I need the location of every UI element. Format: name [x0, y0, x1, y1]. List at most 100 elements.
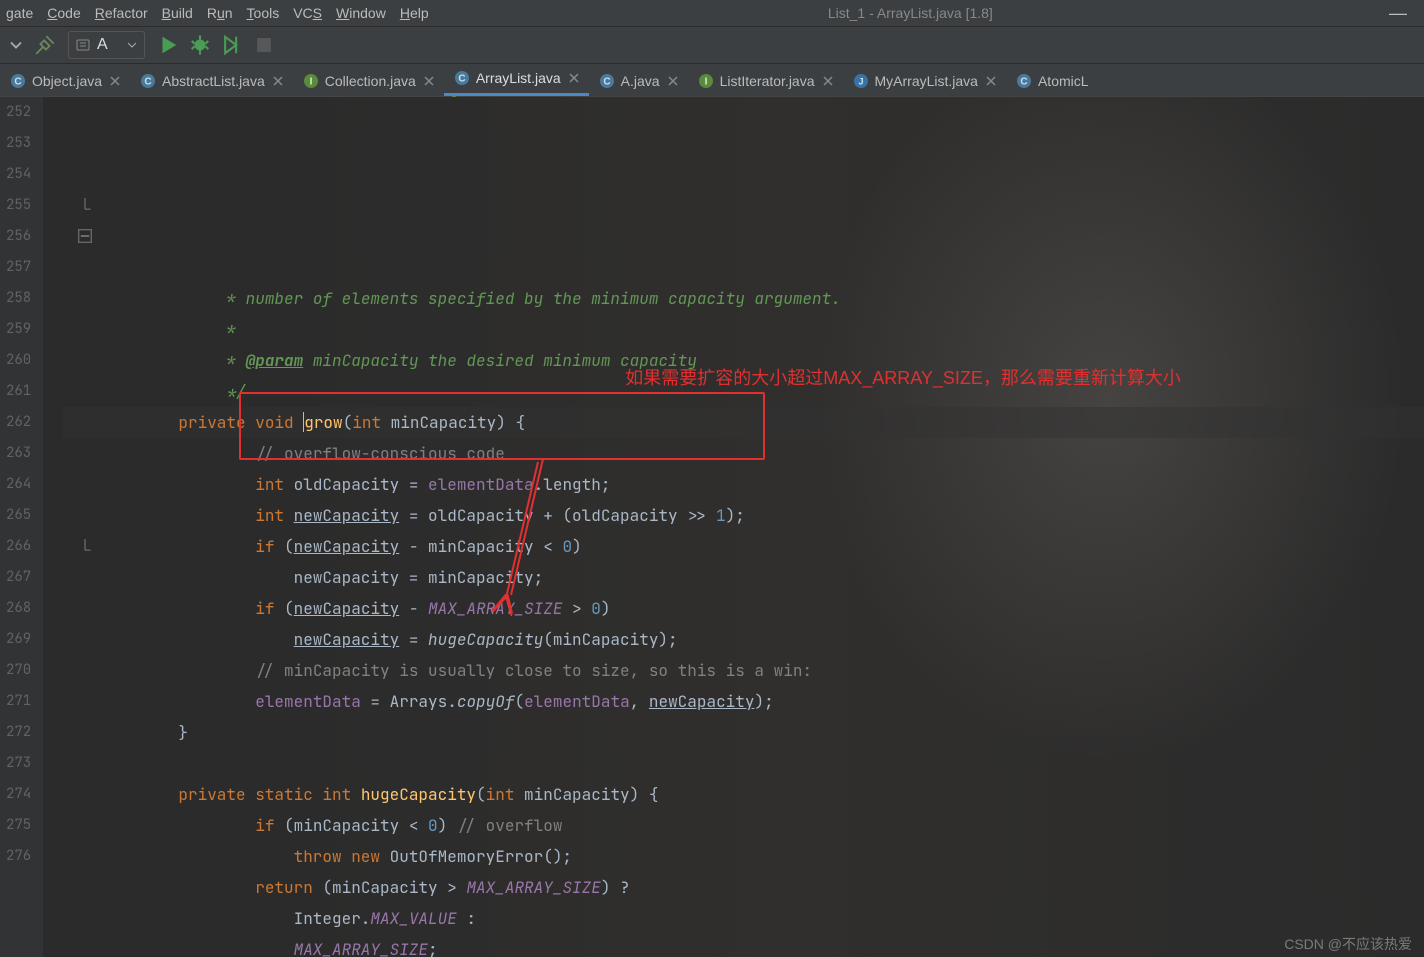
editor-tab[interactable]: J MyArrayList.java: [843, 66, 1006, 96]
menu-help[interactable]: Help: [400, 5, 429, 21]
line-number: 266: [6, 531, 31, 562]
file-type-icon: C: [599, 73, 615, 89]
code-line[interactable]: newCapacity = hugeCapacity(minCapacity);: [63, 624, 1424, 655]
editor-tab[interactable]: C A.java: [589, 66, 688, 96]
code-line[interactable]: int newCapacity = oldCapacity + (oldCapa…: [63, 500, 1424, 531]
run-coverage-icon[interactable]: [221, 34, 243, 56]
window-minimize-icon[interactable]: —: [1378, 3, 1418, 24]
menu-window[interactable]: Window: [336, 5, 386, 21]
editor-tab[interactable]: C AbstractList.java: [130, 66, 293, 96]
code-line[interactable]: int oldCapacity = elementData.length;: [63, 469, 1424, 500]
editor-tab[interactable]: I Collection.java: [293, 66, 444, 96]
line-number: 269: [6, 624, 31, 655]
code-line[interactable]: throw new OutOfMemoryError();: [63, 841, 1424, 872]
code-line[interactable]: // minCapacity is usually close to size,…: [63, 655, 1424, 686]
build-icon[interactable]: [34, 34, 56, 56]
code-line[interactable]: if (newCapacity - MAX_ARRAY_SIZE > 0): [63, 593, 1424, 624]
line-number: 255: [6, 190, 31, 221]
code-line[interactable]: elementData = Arrays.copyOf(elementData,…: [63, 686, 1424, 717]
tab-label: Collection.java: [325, 73, 416, 89]
tab-label: AtomicL: [1038, 73, 1089, 89]
line-number: 258: [6, 283, 31, 314]
run-config-name: A: [97, 36, 108, 54]
code-line[interactable]: *: [63, 314, 1424, 345]
code-line[interactable]: if (newCapacity - minCapacity < 0): [63, 531, 1424, 562]
line-number: 268: [6, 593, 31, 624]
menu-code[interactable]: Code: [47, 5, 80, 21]
line-number: 257: [6, 252, 31, 283]
menu-vcs[interactable]: VCS: [293, 5, 322, 21]
close-icon[interactable]: [823, 76, 833, 86]
line-number: 265: [6, 500, 31, 531]
menu-navigate[interactable]: gate: [6, 5, 33, 21]
code-line[interactable]: Integer.MAX_VALUE :: [63, 903, 1424, 934]
file-type-icon: J: [853, 73, 869, 89]
editor-area: 2522532542552562572582592602612622632642…: [0, 97, 1424, 957]
close-icon[interactable]: [273, 76, 283, 86]
line-number: 262: [6, 407, 31, 438]
svg-text:C: C: [14, 77, 21, 88]
stop-icon[interactable]: [253, 34, 275, 56]
line-number: 261: [6, 376, 31, 407]
menu-build[interactable]: Build: [162, 5, 193, 21]
line-number: 263: [6, 438, 31, 469]
line-number: 271: [6, 686, 31, 717]
code-line[interactable]: }: [63, 717, 1424, 748]
menu-tools[interactable]: Tools: [247, 5, 280, 21]
code-line[interactable]: newCapacity = minCapacity;: [63, 562, 1424, 593]
back-dropdown-icon[interactable]: [6, 35, 26, 55]
editor-tab[interactable]: CArrayList.java: [444, 64, 589, 96]
code-line[interactable]: return (minCapacity > MAX_ARRAY_SIZE) ?: [63, 872, 1424, 903]
line-number: 267: [6, 562, 31, 593]
line-gutter: 2522532542552562572582592602612622632642…: [0, 97, 43, 957]
file-type-icon: I: [698, 73, 714, 89]
editor-tab[interactable]: CObject.java: [0, 66, 130, 96]
annotation-arrow-icon: [43, 97, 44, 98]
tab-label: MyArrayList.java: [875, 73, 978, 89]
file-type-icon: C: [10, 73, 26, 89]
debug-icon[interactable]: [189, 34, 211, 56]
code-line[interactable]: * number of elements specified by the mi…: [63, 283, 1424, 314]
run-config-icon: [75, 37, 91, 53]
close-icon[interactable]: [986, 76, 996, 86]
line-number: 273: [6, 748, 31, 779]
csdn-watermark: CSDN @不应该热爱: [1284, 934, 1412, 954]
code-line[interactable]: [63, 748, 1424, 779]
line-number: 274: [6, 779, 31, 810]
line-number: 275: [6, 810, 31, 841]
line-number: 272: [6, 717, 31, 748]
file-type-icon: C: [140, 73, 156, 89]
line-number: 253: [6, 128, 31, 159]
line-number: 264: [6, 469, 31, 500]
close-icon[interactable]: [668, 76, 678, 86]
close-icon[interactable]: [569, 73, 579, 83]
line-number: 252: [6, 97, 31, 128]
line-number: 256: [6, 221, 31, 252]
line-number: 276: [6, 841, 31, 872]
svg-text:I: I: [309, 77, 312, 88]
editor-tab[interactable]: I ListIterator.java: [688, 66, 843, 96]
close-icon[interactable]: [424, 76, 434, 86]
file-type-icon: C: [1016, 73, 1032, 89]
tab-label: AbstractList.java: [162, 73, 265, 89]
close-icon[interactable]: [110, 76, 120, 86]
annotation-box: [239, 392, 765, 460]
tab-label: A.java: [621, 73, 660, 89]
code-line[interactable]: MAX_ARRAY_SIZE;: [63, 934, 1424, 957]
annotation-text: 如果需要扩容的大小超过MAX_ARRAY_SIZE，那么需要重新计算大小: [625, 363, 1181, 394]
tab-label: ListIterator.java: [720, 73, 815, 89]
tab-label: ArrayList.java: [476, 70, 561, 86]
menu-refactor[interactable]: Refactor: [95, 5, 148, 21]
file-type-icon: I: [303, 73, 319, 89]
svg-text:C: C: [144, 77, 151, 88]
menu-run[interactable]: Run: [207, 5, 233, 21]
code-content[interactable]: 如果需要扩容的大小超过MAX_ARRAY_SIZE，那么需要重新计算大小 * n…: [43, 97, 1424, 957]
run-config-selector[interactable]: A: [68, 31, 145, 59]
main-menu-bar: gate Code Refactor Build Run Tools VCS W…: [0, 0, 1424, 27]
code-line[interactable]: if (minCapacity < 0) // overflow: [63, 810, 1424, 841]
code-line[interactable]: private static int hugeCapacity(int minC…: [63, 779, 1424, 810]
chevron-down-icon: [126, 39, 138, 51]
run-icon[interactable]: [157, 34, 179, 56]
line-number: 270: [6, 655, 31, 686]
editor-tab[interactable]: C AtomicL: [1006, 66, 1099, 96]
